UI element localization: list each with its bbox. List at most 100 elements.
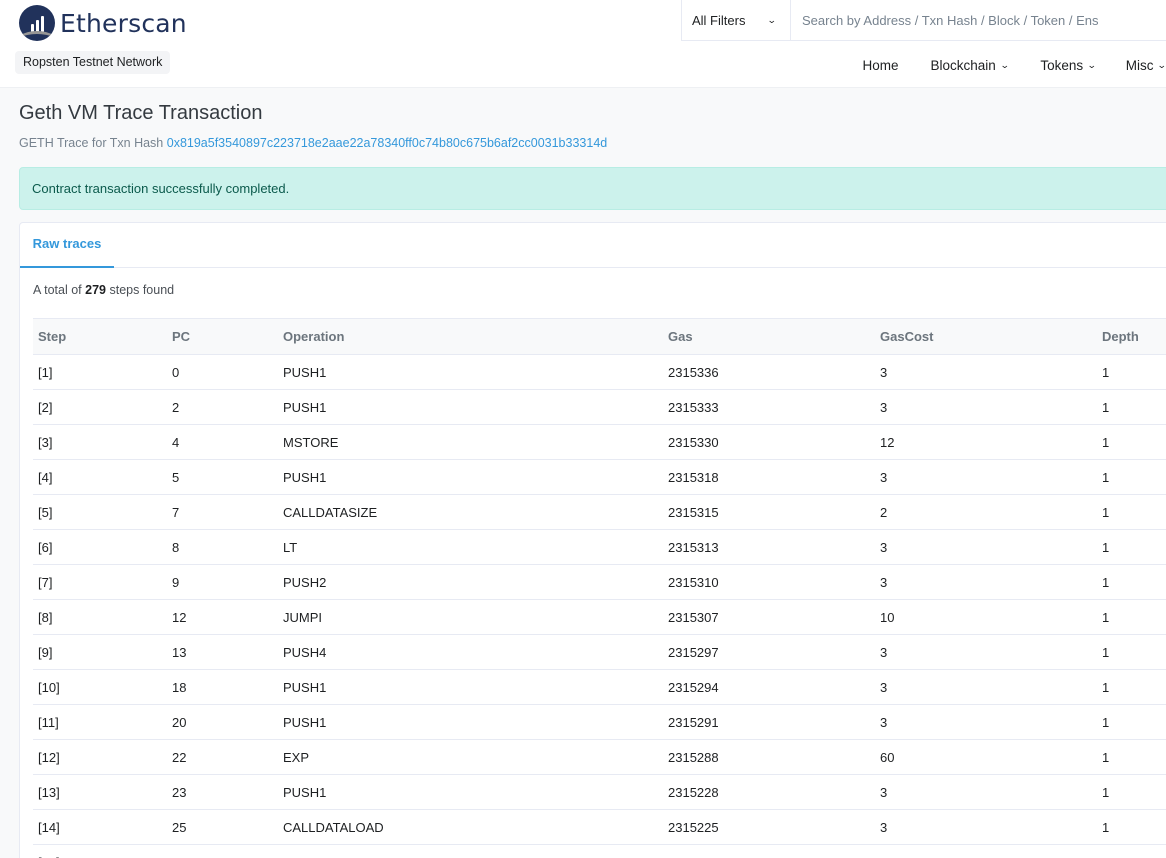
summary-prefix: A total of <box>33 283 82 297</box>
chevron-down-icon: ⌄ <box>1157 60 1166 71</box>
gas-cell: 2315288 <box>663 739 875 775</box>
pc-cell: 2 <box>167 389 278 425</box>
table-row: [1] 0 PUSH1 2315336 3 1 <box>33 354 1166 390</box>
operation-cell: PUSH1 <box>278 704 663 740</box>
pc-cell: 0 <box>167 354 278 390</box>
operation-cell: DIV <box>278 844 663 858</box>
trace-table: Step PC Operation Gas GasCost Depth [1] 0… <box>33 318 1166 858</box>
tab-raw-traces[interactable]: Raw traces <box>20 223 114 268</box>
operation-cell: PUSH1 <box>278 774 663 810</box>
table-row: [6] 8 LT 2315313 3 1 <box>33 529 1166 565</box>
operation-cell: PUSH2 <box>278 564 663 600</box>
gascost-cell: 3 <box>875 669 1097 705</box>
step-cell: [12] <box>33 739 167 775</box>
gas-cell: 2315315 <box>663 494 875 530</box>
nav-tokens-label: Tokens <box>1040 57 1084 73</box>
tab-bar: Raw traces <box>20 223 1166 268</box>
operation-cell: LT <box>278 529 663 565</box>
table-row: [4] 5 PUSH1 2315318 3 1 <box>33 459 1166 495</box>
table-row: [12] 22 EXP 2315288 60 1 <box>33 739 1166 775</box>
gascost-cell: 12 <box>875 424 1097 460</box>
pc-cell: 26 <box>167 844 278 858</box>
gas-cell: 2315307 <box>663 599 875 635</box>
filter-select-label: All Filters <box>692 12 746 28</box>
search-input[interactable] <box>791 0 1166 40</box>
step-cell: [8] <box>33 599 167 635</box>
operation-cell: PUSH1 <box>278 354 663 390</box>
depth-cell: 1 <box>1097 354 1166 390</box>
column-header-step: Step <box>33 318 167 355</box>
depth-cell: 1 <box>1097 564 1166 600</box>
gas-cell: 2315318 <box>663 459 875 495</box>
depth-cell: 1 <box>1097 599 1166 635</box>
gascost-cell: 10 <box>875 599 1097 635</box>
depth-cell: 1 <box>1097 529 1166 565</box>
gascost-cell: 60 <box>875 739 1097 775</box>
nav-misc-label: Misc <box>1125 57 1154 73</box>
steps-count: 279 <box>85 283 106 297</box>
gas-cell: 2315291 <box>663 704 875 740</box>
logo-text: Etherscan <box>60 8 187 38</box>
depth-cell: 1 <box>1097 774 1166 810</box>
table-row: [10] 18 PUSH1 2315294 3 1 <box>33 669 1166 705</box>
gascost-cell: 5 <box>875 844 1097 858</box>
gascost-cell: 3 <box>875 704 1097 740</box>
step-cell: [11] <box>33 704 167 740</box>
search-bar: All Filters ⌄ <box>681 0 1166 41</box>
step-cell: [2] <box>33 389 167 425</box>
column-header-gas: Gas <box>663 318 875 355</box>
etherscan-logo[interactable]: Etherscan <box>19 4 187 42</box>
column-header-operation: Operation <box>278 318 663 355</box>
page-subtitle: GETH Trace for Txn Hash 0x819a5f3540897c… <box>19 136 607 150</box>
gascost-cell: 3 <box>875 809 1097 845</box>
column-header-pc: PC <box>167 318 278 355</box>
gascost-cell: 2 <box>875 494 1097 530</box>
column-header-depth: Depth <box>1097 318 1166 355</box>
traces-card: Raw traces A total of 279 steps found St… <box>19 222 1166 858</box>
txn-hash-link[interactable]: 0x819a5f3540897c223718e2aae22a78340ff0c7… <box>167 136 607 150</box>
nav-home-label: Home <box>862 57 899 73</box>
nav-home[interactable]: Home <box>863 55 899 75</box>
operation-cell: CALLDATALOAD <box>278 809 663 845</box>
operation-cell: JUMPI <box>278 599 663 635</box>
depth-cell: 1 <box>1097 634 1166 670</box>
pc-cell: 20 <box>167 704 278 740</box>
pc-cell: 8 <box>167 529 278 565</box>
trace-table-body: [1] 0 PUSH1 2315336 3 1 [2] 2 PUSH1 2315333 3 1 [3] 4… <box>33 354 1166 858</box>
gas-cell: 2315228 <box>663 774 875 810</box>
depth-cell: 1 <box>1097 704 1166 740</box>
operation-cell: PUSH1 <box>278 459 663 495</box>
gascost-cell: 3 <box>875 634 1097 670</box>
operation-cell: EXP <box>278 739 663 775</box>
step-cell: [3] <box>33 424 167 460</box>
table-row: [14] 25 CALLDATALOAD 2315225 3 1 <box>33 809 1166 845</box>
etherscan-logo-icon <box>19 5 55 41</box>
gascost-cell: 3 <box>875 354 1097 390</box>
network-badge: Ropsten Testnet Network <box>15 51 171 74</box>
pc-cell: 7 <box>167 494 278 530</box>
filter-select[interactable]: All Filters ⌄ <box>682 0 791 40</box>
depth-cell: 1 <box>1097 494 1166 530</box>
chevron-down-icon: ⌄ <box>999 59 1010 70</box>
summary-suffix: steps found <box>109 283 175 297</box>
step-cell: [7] <box>33 564 167 600</box>
table-row: [15]26DIV231522251 <box>33 844 1166 858</box>
nav-tokens[interactable]: Tokens ⌄ <box>1040 55 1096 75</box>
main-nav: Home Blockchain ⌄ Tokens ⌄ Misc ⌄ <box>863 55 1166 75</box>
nav-blockchain[interactable]: Blockchain ⌄ <box>931 55 1010 75</box>
pc-cell: 4 <box>167 424 278 460</box>
subtitle-prefix: GETH Trace for Txn Hash <box>19 136 164 150</box>
step-cell: [5] <box>33 494 167 530</box>
table-row: [7] 9 PUSH2 2315310 3 1 <box>33 564 1166 600</box>
step-cell: [10] <box>33 669 167 705</box>
table-row: [8] 12 JUMPI 2315307 10 1 <box>33 599 1166 635</box>
table-row: [13] 23 PUSH1 2315228 3 1 <box>33 774 1166 810</box>
nav-misc[interactable]: Misc ⌄ <box>1126 55 1166 75</box>
gas-cell: 2315336 <box>663 354 875 390</box>
pc-cell: 5 <box>167 459 278 495</box>
steps-summary: A total of 279 steps found <box>33 283 174 297</box>
table-header-row: Step PC Operation Gas GasCost Depth <box>33 318 1166 355</box>
operation-cell: PUSH4 <box>278 634 663 670</box>
depth-cell: 1 <box>1097 669 1166 705</box>
depth-cell: 1 <box>1097 809 1166 845</box>
